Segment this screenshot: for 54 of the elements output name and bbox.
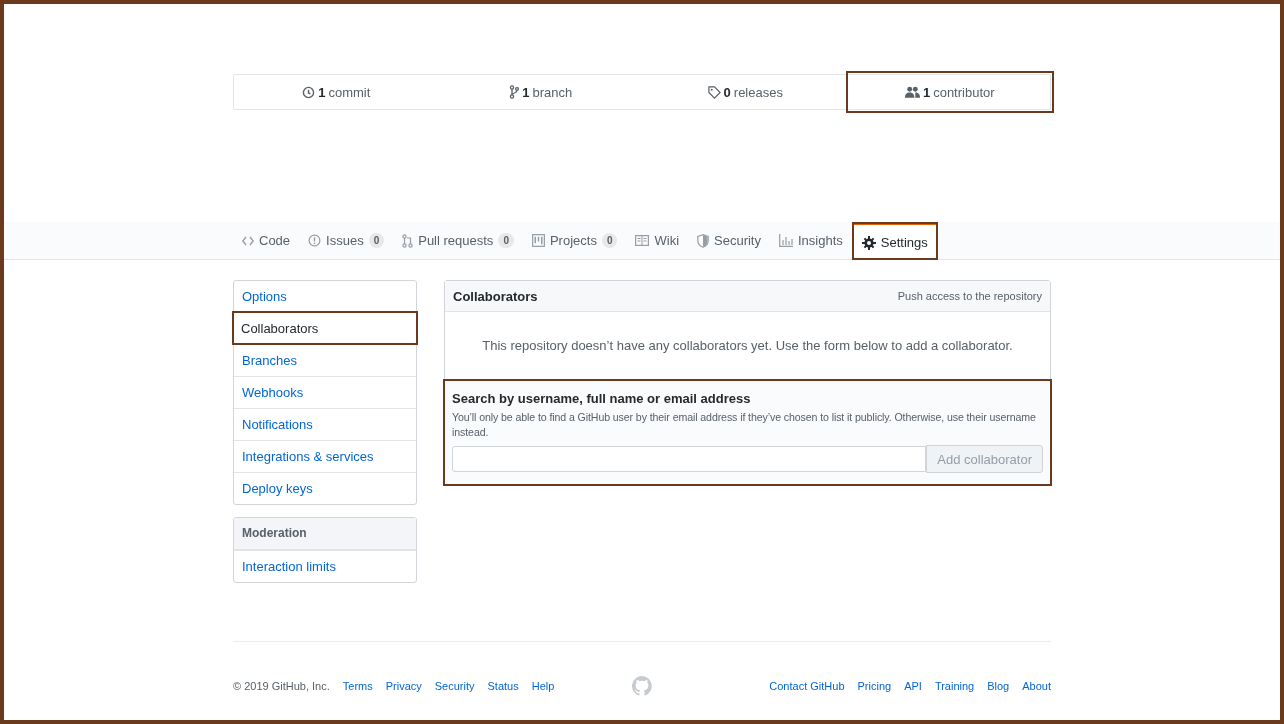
branch-icon bbox=[509, 85, 520, 99]
footer-link[interactable]: Privacy bbox=[385, 680, 422, 692]
nav-tab[interactable]: Insights bbox=[770, 222, 852, 259]
commit-icon bbox=[302, 85, 316, 99]
octocat-logo-icon[interactable] bbox=[632, 676, 652, 696]
sidebar-item[interactable]: Collaborators bbox=[233, 312, 417, 344]
tag-icon bbox=[707, 85, 721, 99]
footer-link[interactable]: Help bbox=[531, 680, 555, 692]
summary-link[interactable]: 0 releases bbox=[643, 75, 848, 109]
footer-link[interactable]: Blog bbox=[987, 680, 1010, 692]
people-icon bbox=[904, 86, 920, 98]
shield-icon bbox=[697, 233, 709, 248]
count-badge: 0 bbox=[601, 233, 618, 248]
nav-tab[interactable]: Issues 0 bbox=[299, 222, 394, 259]
sidebar-item[interactable]: Options bbox=[234, 281, 416, 312]
copyright-text: © 2019 GitHub, Inc. bbox=[233, 680, 330, 692]
footer-link[interactable]: Terms bbox=[342, 680, 373, 692]
project-board-icon bbox=[531, 234, 545, 247]
code-icon bbox=[242, 235, 254, 246]
sidebar-item[interactable]: Branches bbox=[234, 344, 416, 376]
count-badge: 0 bbox=[498, 233, 514, 248]
section-heading: Moderation bbox=[234, 518, 416, 550]
footer-link[interactable]: Status bbox=[487, 680, 519, 692]
sidebar-item[interactable]: Integrations & services bbox=[234, 440, 416, 472]
summary-link[interactable]: 1 commit bbox=[234, 75, 439, 109]
settings-icon bbox=[861, 235, 876, 250]
footer-link[interactable]: Contact GitHub bbox=[769, 680, 845, 692]
summary-link[interactable]: 1 contributor bbox=[847, 73, 1052, 111]
sidebar-item[interactable]: Deploy keys bbox=[234, 472, 416, 504]
footer-link[interactable]: Pricing bbox=[857, 680, 892, 692]
empty-message: This repository doesn’t have any collaborators yet. Use the form below to add a collaborator. bbox=[481, 337, 1014, 355]
sidebar-item[interactable]: Notifications bbox=[234, 408, 416, 440]
field-hint: You’ll only be able to find a GitHub user by their email address if they’ve chosen to list it publicly. Otherwise, use their username instead. bbox=[452, 410, 1037, 440]
bar-graph-icon bbox=[779, 234, 793, 247]
footer-link[interactable]: About bbox=[1022, 680, 1051, 692]
nav-tab[interactable]: Projects 0 bbox=[522, 222, 627, 259]
pull-request-icon bbox=[402, 233, 414, 248]
footer-link[interactable]: Training bbox=[934, 680, 975, 692]
footer-link[interactable]: API bbox=[904, 680, 922, 692]
issue-icon bbox=[308, 234, 322, 247]
sidebar-item[interactable]: Webhooks bbox=[234, 376, 416, 408]
nav-tab[interactable]: Code bbox=[233, 222, 300, 259]
nav-tab[interactable]: Pull requests 0 bbox=[393, 222, 523, 259]
panel-title: Collaborators bbox=[453, 288, 538, 304]
footer-link[interactable]: Security bbox=[434, 680, 475, 692]
sidebar-item[interactable]: Interaction limits bbox=[234, 550, 416, 582]
summary-link[interactable]: 1 branch bbox=[438, 75, 643, 109]
field-label: Search by username, full name or email address bbox=[452, 391, 752, 406]
book-icon bbox=[635, 235, 650, 246]
nav-tab[interactable]: Settings bbox=[851, 222, 938, 260]
nav-tab[interactable]: Wiki bbox=[626, 222, 688, 259]
panel-note: Push access to the repository bbox=[897, 290, 1042, 302]
nav-tab[interactable]: Security bbox=[688, 222, 770, 259]
count-badge: 0 bbox=[368, 233, 385, 248]
